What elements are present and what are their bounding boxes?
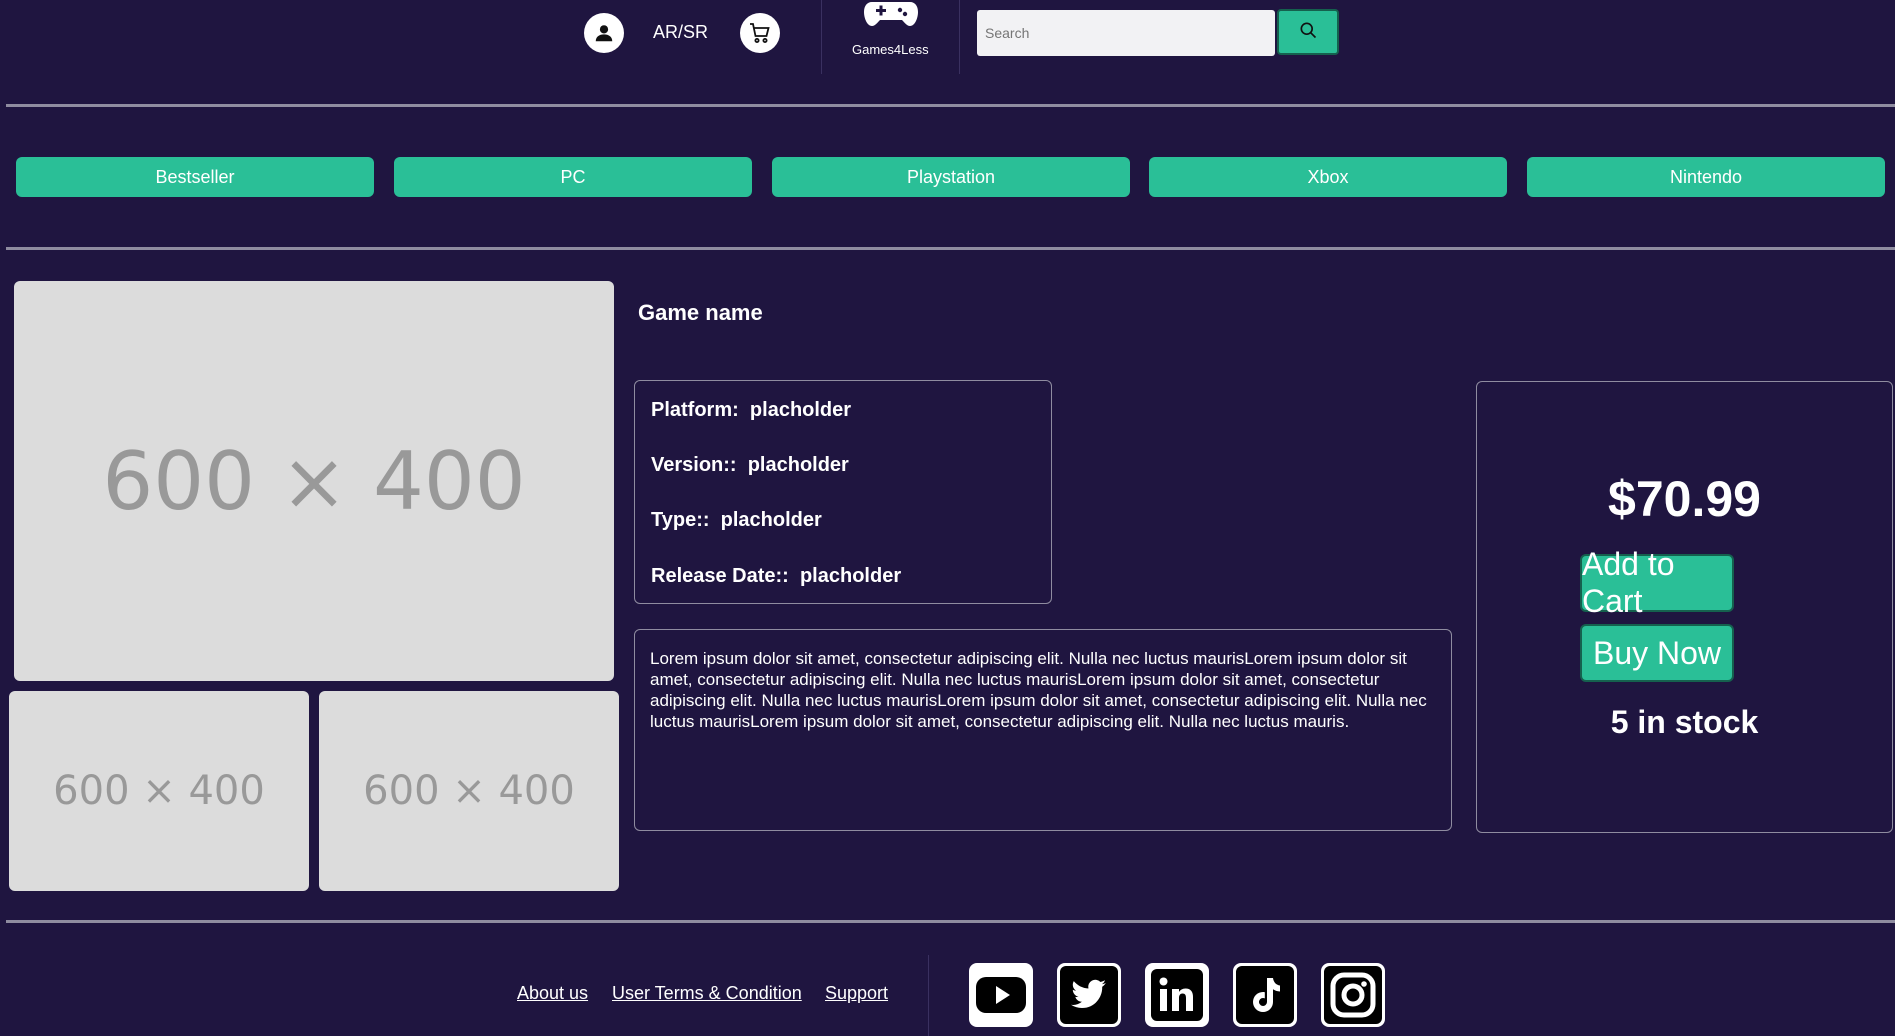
header-divider — [821, 0, 822, 74]
spec-version: Version:: placholder — [651, 454, 849, 476]
product-price: $70.99 — [1608, 471, 1761, 527]
tiktok-icon[interactable] — [1233, 963, 1297, 1027]
footer-support-link[interactable]: Support — [825, 983, 888, 1004]
product-description-panel: Lorem ipsum dolor sit amet, consectetur … — [634, 629, 1452, 831]
search-button[interactable] — [1277, 9, 1339, 55]
product-description: Lorem ipsum dolor sit amet, consectetur … — [650, 649, 1427, 731]
instagram-icon[interactable] — [1321, 963, 1385, 1027]
gamepad-logo-icon[interactable] — [864, 0, 918, 30]
product-thumbnail-2[interactable]: 600 × 400 — [319, 691, 619, 891]
cart-icon[interactable] — [740, 13, 780, 53]
search-icon — [1298, 20, 1318, 45]
product-main-image[interactable]: 600 × 400 — [14, 281, 614, 681]
product-thumbnail-1[interactable]: 600 × 400 — [9, 691, 309, 891]
youtube-icon[interactable] — [969, 963, 1033, 1027]
footer-terms-link[interactable]: User Terms & Condition — [612, 983, 802, 1004]
category-playstation-button[interactable]: Playstation — [772, 157, 1130, 197]
footer-divider — [928, 955, 929, 1036]
spec-release-date: Release Date:: placholder — [651, 565, 902, 587]
category-nintendo-button[interactable]: Nintendo — [1527, 157, 1885, 197]
twitter-icon[interactable] — [1057, 963, 1121, 1027]
category-bestseller-button[interactable]: Bestseller — [16, 157, 374, 197]
brand-name[interactable]: Games4Less — [852, 42, 929, 57]
product-specs-panel: Platform: placholder Version:: placholde… — [634, 380, 1052, 604]
search-input[interactable] — [977, 10, 1275, 56]
spec-platform: Platform: placholder — [651, 399, 852, 421]
category-xbox-button[interactable]: Xbox — [1149, 157, 1507, 197]
header-divider-line — [6, 104, 1895, 107]
header-divider — [959, 0, 960, 74]
account-icon[interactable] — [584, 13, 624, 53]
footer-divider-line — [6, 920, 1895, 923]
nav-divider-line — [6, 247, 1895, 250]
category-pc-button[interactable]: PC — [394, 157, 752, 197]
buy-now-button[interactable]: Buy Now — [1580, 624, 1734, 682]
stock-status: 5 in stock — [1610, 704, 1759, 740]
spec-type: Type:: placholder — [651, 509, 822, 531]
add-to-cart-button[interactable]: Add to Cart — [1580, 546, 1734, 619]
footer-about-link[interactable]: About us — [517, 983, 588, 1004]
linkedin-icon[interactable] — [1145, 963, 1209, 1027]
account-label[interactable]: AR/SR — [653, 22, 708, 43]
product-title: Game name — [638, 300, 763, 325]
